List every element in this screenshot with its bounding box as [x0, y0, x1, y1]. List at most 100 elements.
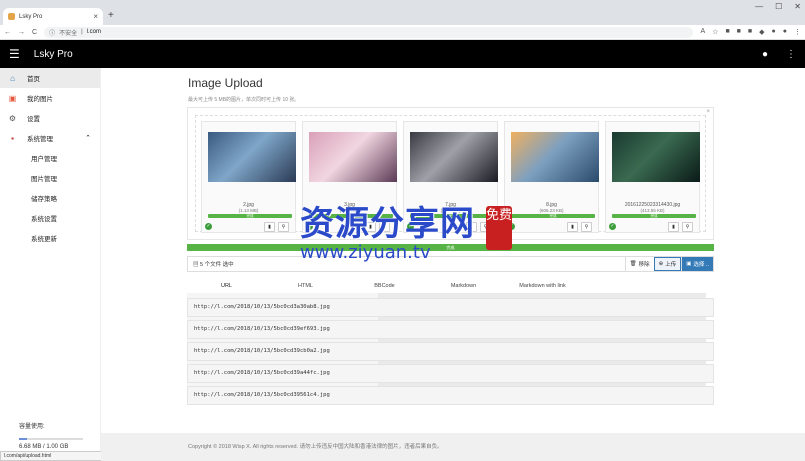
storage-label: 容量使用:: [19, 424, 45, 430]
file-count-label: 5 个文件 选中: [200, 262, 234, 268]
minimize-icon[interactable]: —: [755, 2, 763, 11]
file-progress-bar: 完成: [612, 214, 696, 218]
tab-close-icon[interactable]: ×: [93, 12, 98, 21]
page-title: Image Upload: [188, 76, 263, 90]
zoom-icon: ⚲: [584, 224, 589, 230]
close-window-icon[interactable]: ✕: [794, 2, 801, 11]
file-progress-bar: 完成: [208, 214, 292, 218]
favicon-icon: [8, 13, 15, 20]
url-input[interactable]: ⓘ 不安全 | l.com: [44, 26, 694, 38]
delete-file-button[interactable]: ▮: [567, 222, 578, 232]
divider: |: [81, 29, 83, 35]
security-label: 不安全: [59, 30, 78, 37]
more-icon[interactable]: ⋮: [794, 28, 801, 36]
tab-title: Lsky Pro: [19, 13, 43, 20]
trash-icon: ▮: [571, 224, 574, 230]
reload-icon[interactable]: C: [32, 29, 37, 36]
close-icon[interactable]: ×: [706, 109, 710, 115]
back-icon[interactable]: ←: [4, 29, 11, 36]
remove-label: 移除: [638, 262, 650, 268]
overall-progress-bar: 完成: [187, 244, 714, 251]
image-thumbnail[interactable]: [410, 132, 498, 182]
storage-value: 6.68 MB / 1.00 GB: [19, 444, 69, 450]
watermark-seal-text: 免费: [486, 208, 513, 223]
zoom-button[interactable]: ⚲: [278, 222, 289, 232]
star-icon[interactable]: ☆: [712, 28, 718, 36]
sidebar-subitem[interactable]: 系统更新: [0, 228, 100, 248]
extension-icon[interactable]: ◆: [759, 28, 764, 36]
address-bar: ← → C ⓘ 不安全 | l.com A ☆ ■ ■ ■ ◆ ● ● ⋮: [0, 25, 805, 40]
trash-icon: ▮: [268, 224, 271, 230]
upload-icon: ⊕: [658, 261, 664, 267]
url-output-field[interactable]: http://l.com/2018/10/13/5bc0cd39cb0a2.jp…: [187, 342, 714, 361]
delete-file-button[interactable]: ▮: [264, 222, 275, 232]
extension-icons: A ☆ ■ ■ ■ ◆ ● ● ⋮: [700, 28, 801, 36]
sidebar-item-label: 系统管理: [27, 136, 53, 143]
info-icon[interactable]: ⓘ: [49, 28, 55, 37]
file-size: (1.13 MB): [238, 208, 259, 213]
select-label: 选择 ..: [693, 262, 709, 268]
translate-icon[interactable]: A: [700, 28, 705, 36]
remove-button[interactable]: 🗑 移除: [624, 257, 654, 271]
image-thumbnail[interactable]: [208, 132, 296, 182]
upload-button[interactable]: ⊕ 上传: [653, 257, 682, 271]
new-tab-button[interactable]: +: [108, 10, 114, 21]
app-title[interactable]: Lsky Pro: [34, 49, 73, 60]
sidebar-item[interactable]: ⚙ 设置: [0, 108, 100, 128]
select-button[interactable]: ▣ 选择 ..: [681, 257, 713, 271]
url-output-field[interactable]: http://l.com/2018/10/13/5bc0cd39561c4.jp…: [187, 386, 714, 405]
menu-icon[interactable]: ☰: [9, 47, 20, 61]
sidebar-item[interactable]: ▣ 我的图片: [0, 88, 100, 108]
forward-icon[interactable]: →: [18, 29, 25, 36]
chevron-up-icon[interactable]: ⌃: [85, 134, 91, 142]
image-thumbnail[interactable]: [309, 132, 397, 182]
extension-icon[interactable]: ●: [772, 28, 776, 36]
extension-icon[interactable]: ■: [737, 28, 741, 36]
watermark-text: 资源分享网: [300, 204, 475, 244]
more-icon[interactable]: ⋮: [786, 49, 796, 60]
storage-usage: 容量使用: 6.68 MB / 1.00 GB: [19, 421, 83, 450]
file-preview-card: 2.jpg (1.13 MB) 完成 ✓ ▮ ⚲: [201, 121, 296, 233]
sidebar-item[interactable]: ▪ 系统管理 ⌃: [0, 128, 100, 148]
footer: Copyright © 2018 Wisp X. All rights rese…: [101, 433, 805, 461]
browser-tab[interactable]: Lsky Pro ×: [3, 8, 103, 25]
profile-icon[interactable]: ●: [783, 28, 787, 36]
check-icon: ✓: [609, 223, 616, 230]
user-icon[interactable]: ●: [762, 49, 768, 60]
check-icon: ✓: [205, 223, 212, 230]
file-preview-card: 20161225023314430.jpg (413.55 KB) 完成 ✓ ▮…: [605, 121, 700, 233]
zoom-button[interactable]: ⚲: [581, 222, 592, 232]
sidebar-subitem[interactable]: 图片管理: [0, 168, 100, 188]
url-output-field[interactable]: http://l.com/2018/10/13/5bc0cd39a44fc.jp…: [187, 364, 714, 383]
trash-icon: ▮: [672, 224, 675, 230]
image-thumbnail[interactable]: [511, 132, 599, 182]
url-output-field[interactable]: http://l.com/2018/10/13/5bc0cd39ef693.jp…: [187, 320, 714, 339]
zoom-button[interactable]: ⚲: [682, 222, 693, 232]
watermark-url: www.ziyuan.tv: [300, 242, 431, 263]
image-thumbnail[interactable]: [612, 132, 700, 182]
extension-icon[interactable]: ■: [748, 28, 752, 36]
upload-label: 上传: [665, 262, 677, 268]
sidebar-item-label: 我的图片: [27, 96, 53, 103]
sidebar-item-label: 首页: [27, 76, 40, 83]
sidebar-item[interactable]: ⌂ 首页: [0, 68, 100, 88]
sidebar-subitem[interactable]: 系统设置: [0, 208, 100, 228]
maximize-icon[interactable]: ☐: [775, 2, 782, 11]
upload-controls: ▤ 5 个文件 选中 🗑 移除 ⊕ 上传 ▣ 选择 ..: [187, 256, 714, 272]
sidebar-subitem[interactable]: 储存策略: [0, 188, 100, 208]
sidebar-item-label: 设置: [27, 116, 40, 123]
window-controls: — ☐ ✕: [755, 2, 801, 11]
delete-file-button[interactable]: ▮: [668, 222, 679, 232]
sidebar-subitem[interactable]: 用户管理: [0, 148, 100, 168]
image-icon: ▣: [8, 93, 17, 103]
file-size: (606.23 KB): [539, 208, 564, 213]
file-progress-bar: 完成: [511, 214, 595, 218]
folder-icon: ▣: [686, 261, 692, 267]
zoom-icon: ⚲: [281, 224, 286, 230]
extension-icon[interactable]: ■: [725, 28, 729, 36]
file-preview-card: 8.jpg (606.23 KB) 完成 ✓ ▮ ⚲: [504, 121, 599, 233]
admin-icon: ▪: [11, 133, 14, 143]
watermark-seal: 免费: [486, 206, 512, 250]
url-output-field[interactable]: http://l.com/2018/10/13/5bc0cd3a30ab8.jp…: [187, 298, 714, 317]
home-icon: ⌂: [10, 73, 15, 83]
